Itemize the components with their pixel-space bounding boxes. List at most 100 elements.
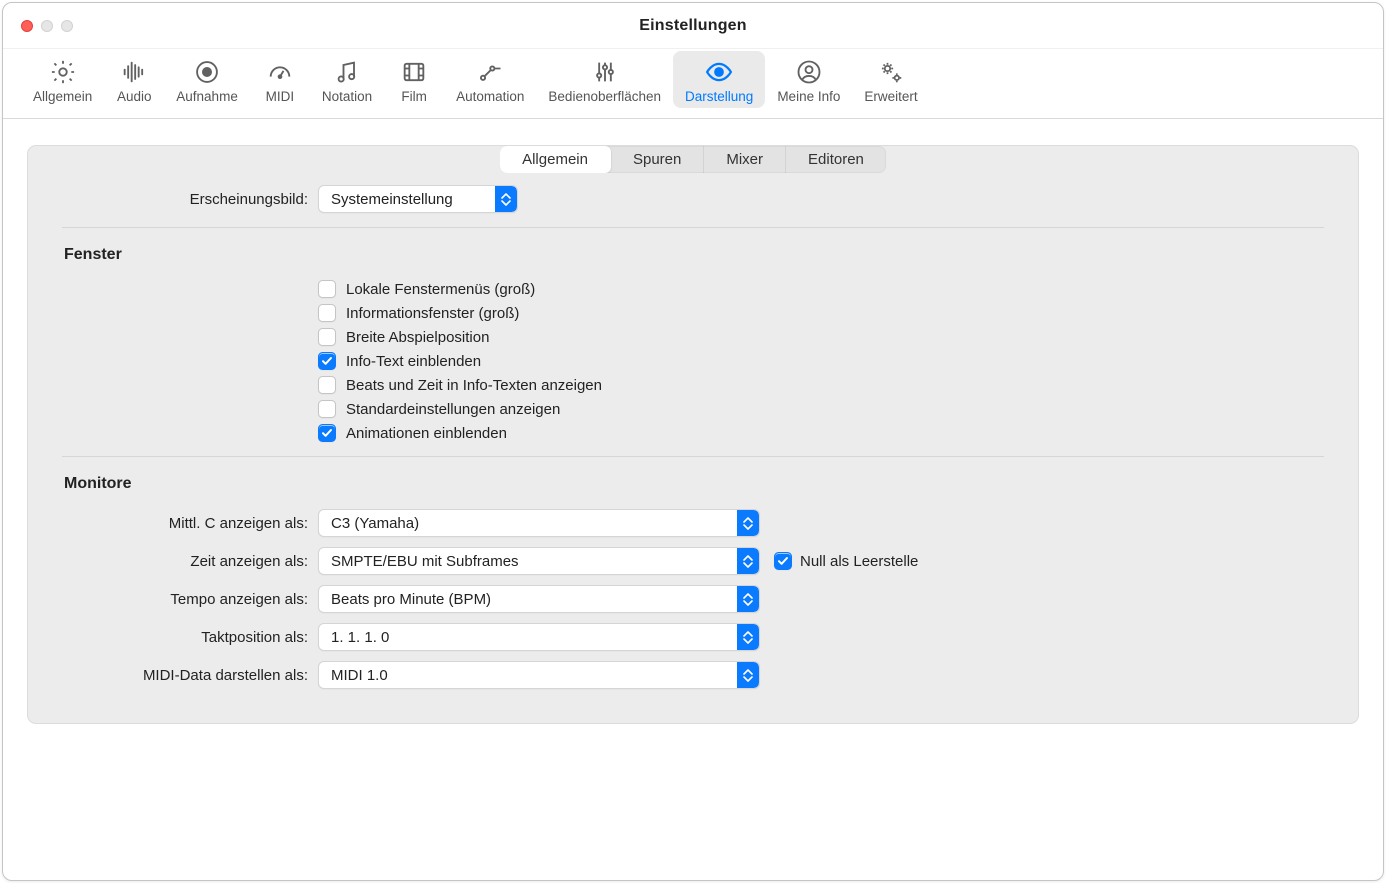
tab-allgemein[interactable]: Allgemein [21, 51, 104, 108]
content-area: Allgemein Spuren Mixer Editoren Erschein… [3, 119, 1383, 880]
select-value: Beats pro Minute (BPM) [319, 591, 737, 608]
tab-label: Allgemein [33, 89, 92, 104]
row-control: C3 (Yamaha) [318, 509, 1324, 537]
checkbox-label: Lokale Fenstermenüs (groß) [346, 281, 535, 298]
film-icon [399, 57, 429, 87]
checkbox-label: Info-Text einblenden [346, 353, 481, 370]
record-icon [192, 57, 222, 87]
checkbox[interactable] [318, 352, 336, 370]
chevron-updown-icon [737, 586, 759, 612]
row-control: SMPTE/EBU mit Subframes Null als Leerstel… [318, 547, 1324, 575]
subtab-label: Editoren [808, 151, 864, 168]
checkbox-row: Standardeinstellungen anzeigen [62, 400, 1324, 418]
checkbox[interactable] [318, 376, 336, 394]
tab-label: Erweitert [864, 89, 917, 104]
chevron-updown-icon [737, 510, 759, 536]
row-label: Mittl. C anzeigen als: [62, 515, 318, 532]
monitore-row: Mittl. C anzeigen als:C3 (Yamaha) [62, 509, 1324, 537]
zoom-window-button[interactable] [61, 20, 73, 32]
checkbox-row: Breite Abspielposition [62, 328, 1324, 346]
tab-label: MIDI [266, 89, 295, 104]
appearance-row: Erscheinungsbild: Systemeinstellung [62, 185, 1324, 213]
titlebar: Einstellungen [3, 3, 1383, 49]
tab-automation[interactable]: Automation [444, 51, 536, 108]
row-control: MIDI 1.0 [318, 661, 1324, 689]
monitore-row: Tempo anzeigen als:Beats pro Minute (BPM… [62, 585, 1324, 613]
checkbox-label: Null als Leerstelle [800, 553, 918, 570]
window-controls [21, 20, 73, 32]
tab-control-surfaces[interactable]: Bedienoberflächen [536, 51, 673, 108]
tab-label: Automation [456, 89, 524, 104]
subtab-label: Mixer [726, 151, 763, 168]
subtab-spuren[interactable]: Spuren [611, 146, 704, 173]
checkbox[interactable] [318, 280, 336, 298]
gear-icon [48, 57, 78, 87]
checkbox-row: Lokale Fenstermenüs (groß) [62, 280, 1324, 298]
row-label: MIDI-Data darstellen als: [62, 667, 318, 684]
subtab-editoren[interactable]: Editoren [786, 146, 886, 173]
select-value: MIDI 1.0 [319, 667, 737, 684]
dropdown[interactable]: 1. 1. 1. 0 [318, 623, 760, 651]
tab-my-info[interactable]: Meine Info [765, 51, 852, 108]
checkbox-row: Informationsfenster (groß) [62, 304, 1324, 322]
subtab-label: Allgemein [522, 151, 588, 168]
appearance-select[interactable]: Systemeinstellung [318, 185, 518, 213]
monitore-row: MIDI-Data darstellen als:MIDI 1.0 [62, 661, 1324, 689]
checkbox-row: Info-Text einblenden [62, 352, 1324, 370]
chevron-updown-icon [737, 548, 759, 574]
subtabs: Allgemein Spuren Mixer Editoren [28, 134, 1358, 173]
row-control: Beats pro Minute (BPM) [318, 585, 1324, 613]
chevron-updown-icon [737, 662, 759, 688]
section-fenster-title: Fenster [62, 246, 1324, 264]
tab-label: Aufnahme [176, 89, 238, 104]
gauge-icon [265, 57, 295, 87]
tab-notation[interactable]: Notation [310, 51, 384, 108]
dropdown[interactable]: SMPTE/EBU mit Subframes [318, 547, 760, 575]
checkbox-row: Beats und Zeit in Info-Texten anzeigen [62, 376, 1324, 394]
chevron-updown-icon [495, 186, 517, 212]
checkbox[interactable] [318, 424, 336, 442]
tab-midi[interactable]: MIDI [250, 51, 310, 108]
row-control: 1. 1. 1. 0 [318, 623, 1324, 651]
checkbox[interactable] [318, 328, 336, 346]
checkbox-row: Animationen einblenden [62, 424, 1324, 442]
tab-label: Bedienoberflächen [548, 89, 661, 104]
checkbox[interactable] [318, 400, 336, 418]
automation-icon [475, 57, 505, 87]
checkbox-label: Beats und Zeit in Info-Texten anzeigen [346, 377, 602, 394]
content-panel: Allgemein Spuren Mixer Editoren Erschein… [27, 145, 1359, 724]
tab-label: Meine Info [777, 89, 840, 104]
subtab-allgemein[interactable]: Allgemein [500, 146, 611, 173]
tab-label: Darstellung [685, 89, 753, 104]
tab-darstellung[interactable]: Darstellung [673, 51, 765, 108]
gears-icon [876, 57, 906, 87]
section-monitore-title: Monitore [62, 475, 1324, 493]
minimize-window-button[interactable] [41, 20, 53, 32]
chevron-updown-icon [737, 624, 759, 650]
tab-label: Notation [322, 89, 372, 104]
tab-film[interactable]: Film [384, 51, 444, 108]
window-title: Einstellungen [3, 17, 1383, 35]
checkbox[interactable] [774, 552, 792, 570]
dropdown[interactable]: C3 (Yamaha) [318, 509, 760, 537]
close-window-button[interactable] [21, 20, 33, 32]
sliders-icon [590, 57, 620, 87]
checkbox-label: Standardeinstellungen anzeigen [346, 401, 560, 418]
eye-icon [704, 57, 734, 87]
checkbox[interactable] [318, 304, 336, 322]
person-circle-icon [794, 57, 824, 87]
row-label: Tempo anzeigen als: [62, 591, 318, 608]
tab-aufnahme[interactable]: Aufnahme [164, 51, 250, 108]
checkbox-label: Animationen einblenden [346, 425, 507, 442]
dropdown[interactable]: Beats pro Minute (BPM) [318, 585, 760, 613]
dropdown[interactable]: MIDI 1.0 [318, 661, 760, 689]
tab-label: Film [401, 89, 427, 104]
select-value: 1. 1. 1. 0 [319, 629, 737, 646]
waveform-icon [119, 57, 149, 87]
subtab-mixer[interactable]: Mixer [704, 146, 786, 173]
subtab-label: Spuren [633, 151, 681, 168]
separator [62, 456, 1324, 457]
tab-audio[interactable]: Audio [104, 51, 164, 108]
row-label: Zeit anzeigen als: [62, 553, 318, 570]
tab-advanced[interactable]: Erweitert [852, 51, 929, 108]
